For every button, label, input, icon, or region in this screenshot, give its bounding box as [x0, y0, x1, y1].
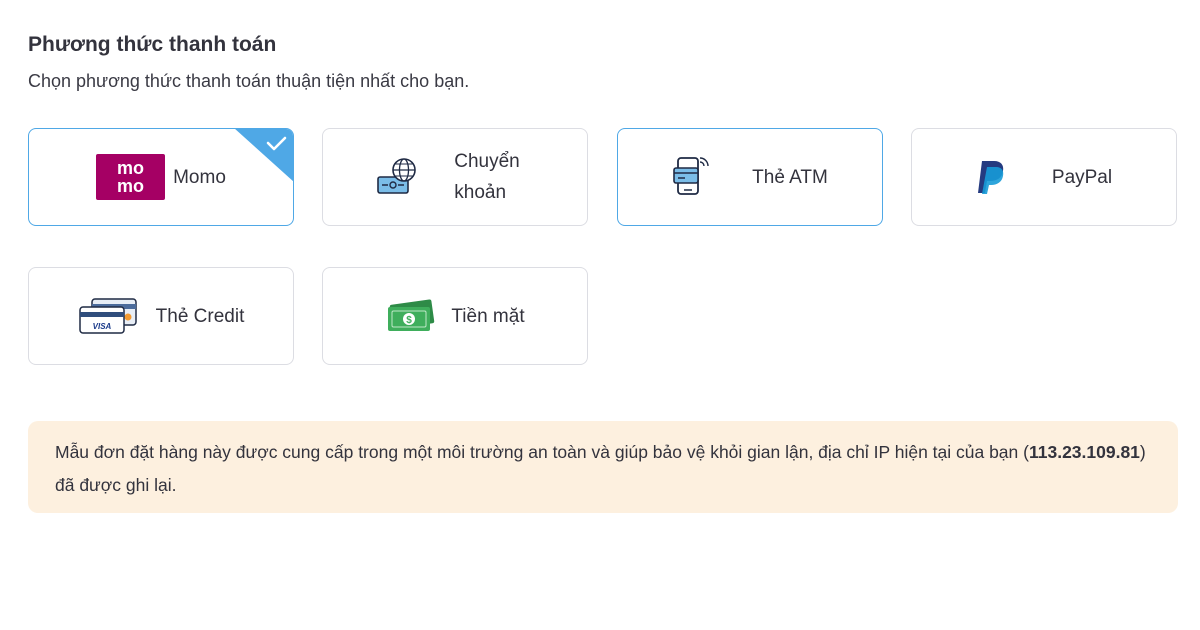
- payment-option-label: PayPal: [1051, 166, 1113, 188]
- section-title: Phương thức thanh toán: [28, 33, 277, 56]
- label-line-2: khoản: [454, 182, 507, 203]
- atm-card-phone-icon: [672, 156, 710, 198]
- payment-option-label: Chuyển khoản: [454, 146, 520, 208]
- payment-option-cash[interactable]: $ Tiền mặt: [322, 267, 588, 365]
- payment-option-label: Tiền mặt: [451, 305, 525, 327]
- section-subtitle: Chọn phương thức thanh toán thuận tiện n…: [28, 71, 470, 91]
- visa-text: VISA: [92, 322, 111, 331]
- security-notice: Mẫu đơn đặt hàng này được cung cấp trong…: [28, 421, 1178, 513]
- paypal-logo-icon: [976, 159, 1006, 195]
- cash-icon: $: [385, 298, 435, 334]
- ip-address: 113.23.109.81: [1028, 442, 1140, 462]
- payment-option-credit-card[interactable]: VISA Thẻ Credit: [28, 267, 294, 365]
- svg-text:$: $: [407, 315, 413, 326]
- payment-option-label: Thẻ ATM: [752, 166, 828, 188]
- payment-option-paypal[interactable]: PayPal: [911, 128, 1177, 226]
- payment-option-bank-transfer[interactable]: Chuyển khoản: [322, 128, 588, 226]
- bank-transfer-icon: [376, 157, 420, 197]
- selected-check-icon: [235, 129, 293, 182]
- label-line-1: Chuyển: [454, 151, 520, 172]
- payment-option-label: Momo: [173, 166, 226, 188]
- payment-option-momo[interactable]: mo mo Momo: [28, 128, 294, 226]
- momo-logo-icon: mo mo: [96, 154, 166, 200]
- notice-text-before: Mẫu đơn đặt hàng này được cung cấp trong…: [55, 442, 1029, 462]
- credit-card-icon: VISA: [78, 297, 138, 335]
- momo-logo-line2: mo: [117, 176, 144, 196]
- payment-option-label: Thẻ Credit: [155, 305, 245, 327]
- momo-logo-line1: mo: [117, 158, 144, 178]
- payment-option-atm[interactable]: Thẻ ATM: [617, 128, 883, 226]
